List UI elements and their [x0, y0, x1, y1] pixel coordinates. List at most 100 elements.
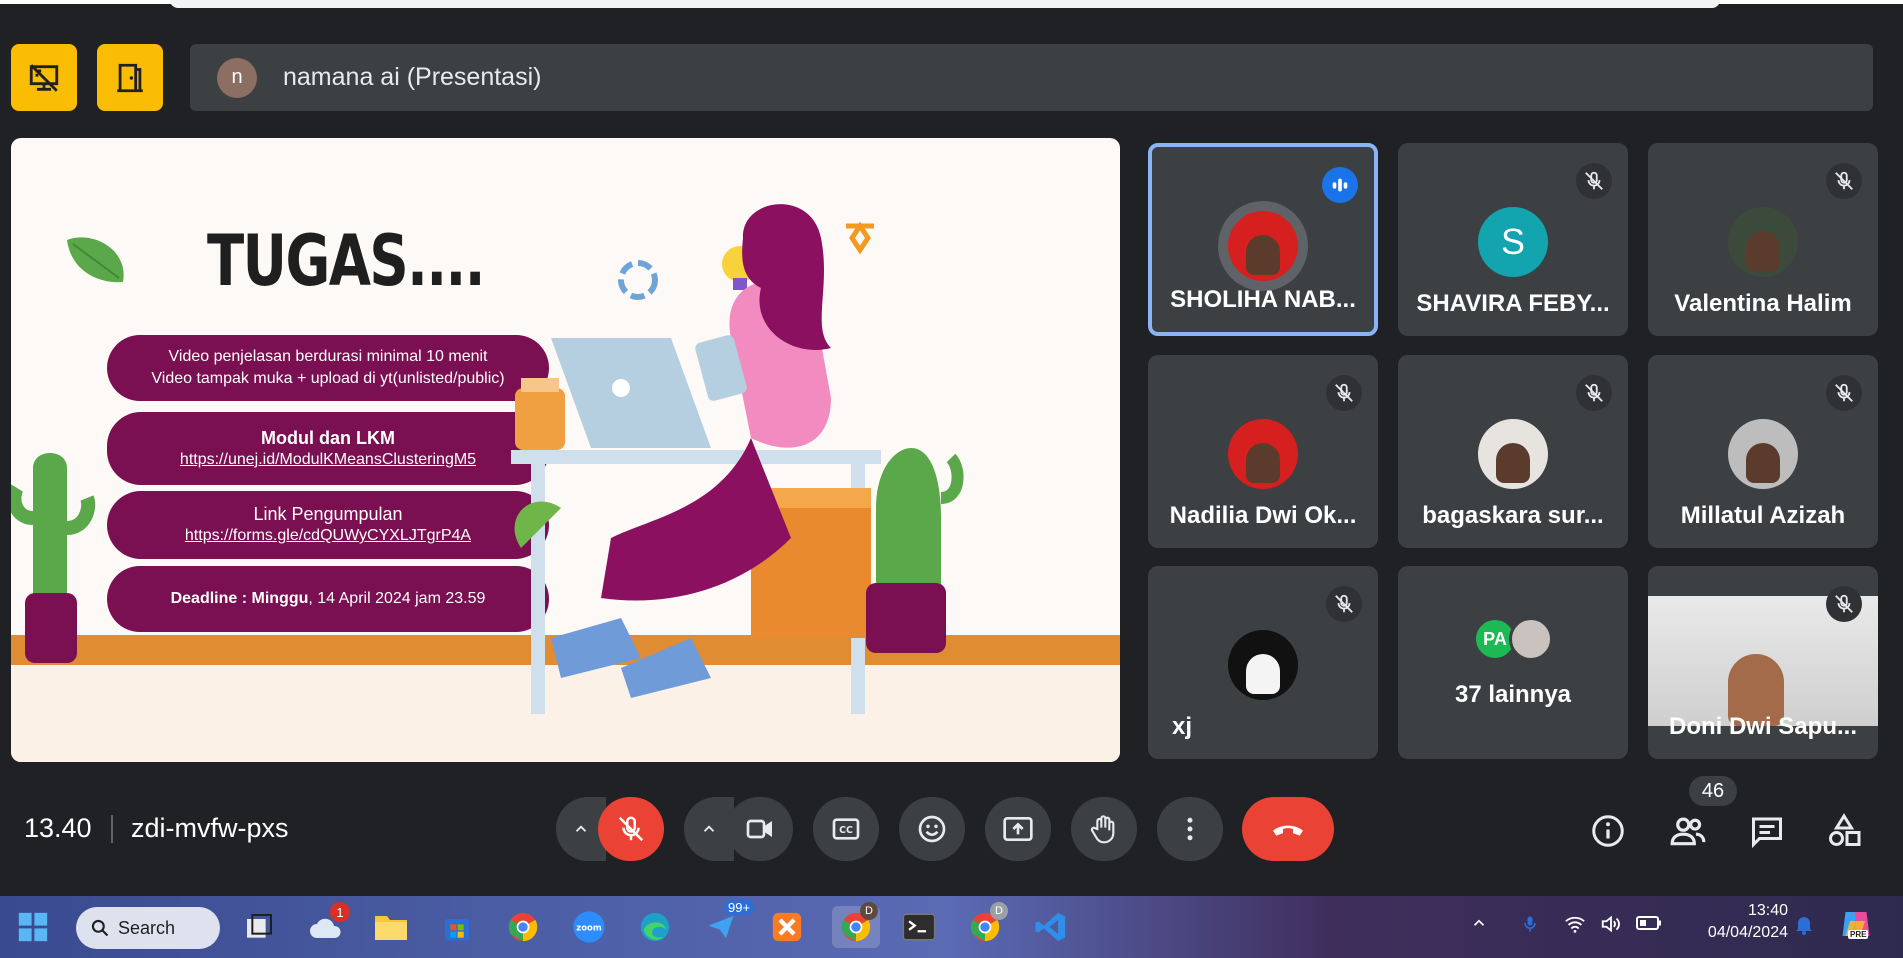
zoom-button[interactable]: zoom: [568, 906, 610, 948]
taskbar-search[interactable]: Search: [76, 907, 220, 949]
xampp-icon: [772, 912, 802, 942]
captions-button[interactable]: CC: [813, 797, 879, 861]
slide-title: TUGAS....: [207, 220, 485, 302]
submission-link[interactable]: https://forms.gle/cdQUWyCYXLJTgrP4A: [107, 525, 549, 547]
chat-button[interactable]: [1743, 807, 1791, 855]
xampp-button[interactable]: [766, 906, 808, 948]
participant-name: SHOLIHA NAB...: [1170, 286, 1356, 313]
store-icon: [445, 919, 469, 941]
presenter-label: namana ai (Presentasi): [283, 63, 542, 91]
file-explorer-button[interactable]: [370, 906, 412, 948]
participant-tile[interactable]: SHOLIHA NAB...: [1148, 143, 1378, 336]
presentation-banner: n namana ai (Presentasi): [190, 44, 1873, 111]
browser-scrollbar[interactable]: [170, 0, 1720, 8]
student-laptop-illustration: [511, 204, 964, 714]
browser-top-strip: [0, 0, 1903, 18]
presentation-off-icon: [29, 63, 59, 92]
paper-plane-icon: [708, 915, 734, 939]
tray-date: 04/04/2024: [1707, 924, 1788, 941]
leave-call-button[interactable]: [1242, 797, 1334, 861]
shared-slide: TUGAS.... Video penjelasan berdurasi min…: [11, 138, 1120, 762]
muted-indicator: [1826, 375, 1862, 411]
participant-tile[interactable]: Valentina Halim: [1648, 143, 1878, 336]
closed-captions-icon: CC: [832, 818, 860, 840]
avatar-photo: [1246, 443, 1280, 483]
participant-tile[interactable]: xj: [1148, 566, 1378, 759]
notifications-button[interactable]: [1792, 912, 1816, 941]
windows-taskbar: Search 1 zoom 99+ D D 13:40 04/04/2024 P…: [0, 896, 1903, 958]
mic-off-icon: [1835, 594, 1853, 613]
meeting-details-button[interactable]: [1584, 807, 1632, 855]
mic-off-icon: [1835, 171, 1853, 190]
chrome-profile-badge: D: [860, 902, 878, 920]
svg-text:zoom: zoom: [576, 924, 602, 934]
participant-avatar: [1228, 630, 1298, 700]
mic-off-icon: [1335, 383, 1353, 402]
vscode-icon: [1035, 912, 1066, 942]
microsoft-store-button[interactable]: [436, 906, 478, 948]
shapes-icon: [1829, 813, 1861, 846]
speaking-indicator: [1322, 167, 1358, 203]
hand-icon: [1090, 815, 1115, 844]
camera-toggle-button[interactable]: [727, 797, 793, 861]
chrome-active-button[interactable]: D: [832, 902, 880, 948]
terminal-button[interactable]: [898, 906, 940, 948]
task-view-button[interactable]: [238, 906, 280, 948]
edge-button[interactable]: [634, 906, 676, 948]
audio-level-icon: [1332, 178, 1348, 192]
avatar-initial: S: [1500, 221, 1525, 262]
present-screen-button[interactable]: [985, 797, 1051, 861]
tray-clock[interactable]: 13:40 04/04/2024: [1688, 900, 1788, 944]
mic-off-icon: [1335, 594, 1353, 613]
avatar-photo: [1246, 654, 1280, 694]
task-card-module: Modul dan LKM https://unej.id/ModulKMean…: [107, 412, 549, 485]
participant-tile[interactable]: Millatul Azizah: [1648, 355, 1878, 548]
card-heading: Link Pengumpulan: [253, 504, 403, 524]
outlook-button[interactable]: 99+: [700, 900, 755, 948]
participant-avatar: [1228, 211, 1298, 281]
chevron-up-icon: [703, 825, 715, 832]
leaf-illustration: [67, 237, 124, 283]
start-button[interactable]: [12, 906, 54, 948]
more-vert-icon: [1187, 817, 1193, 841]
more-options-button[interactable]: [1157, 797, 1223, 861]
muted-indicator: [1326, 375, 1362, 411]
activities-button[interactable]: [1820, 807, 1868, 855]
battery-status[interactable]: [1636, 914, 1662, 937]
search-label: Search: [118, 917, 176, 938]
svg-text:CC: CC: [839, 825, 853, 836]
people-button[interactable]: [1664, 807, 1712, 855]
mic-off-icon: [1585, 383, 1603, 402]
raise-hand-button[interactable]: [1071, 797, 1137, 861]
tray-overflow-button[interactable]: [1470, 914, 1488, 937]
wifi-status[interactable]: [1564, 914, 1586, 939]
avatar-photo: [1746, 231, 1780, 271]
chat-icon: [1752, 817, 1782, 849]
breakout-room-button[interactable]: [97, 44, 163, 111]
reactions-button[interactable]: [899, 797, 965, 861]
participant-tile[interactable]: S SHAVIRA FEBY...: [1398, 143, 1628, 336]
door-icon: [117, 63, 143, 92]
participant-tile[interactable]: Doni Dwi Sapu...: [1648, 566, 1878, 759]
card-text: Video tampak muka + upload di yt(unliste…: [151, 370, 505, 387]
volume-status[interactable]: [1600, 913, 1622, 940]
copilot-button[interactable]: PRE: [1838, 906, 1874, 947]
task-view-icon: [247, 914, 272, 938]
muted-indicator: [1576, 163, 1612, 199]
module-link[interactable]: https://unej.id/ModulKMeansClusteringM5: [107, 449, 549, 471]
chrome-button[interactable]: [502, 906, 544, 948]
task-card-submission: Link Pengumpulan https://forms.gle/cdQUW…: [107, 491, 549, 559]
vscode-button[interactable]: [1030, 906, 1072, 948]
participant-avatar: [1728, 419, 1798, 489]
mic-tray-button[interactable]: [1520, 912, 1540, 941]
mic-off-icon: [1585, 171, 1603, 190]
zoom-icon: zoom: [573, 911, 605, 943]
chrome-profile-2-button[interactable]: D: [964, 902, 1008, 948]
participant-tile[interactable]: bagaskara sur...: [1398, 355, 1628, 548]
mic-toggle-button[interactable]: [598, 797, 664, 861]
weather-widget[interactable]: 1: [306, 902, 350, 948]
participant-tile[interactable]: PA 37 lainnya: [1398, 566, 1628, 759]
edge-icon: [640, 912, 670, 942]
participant-tile[interactable]: Nadilia Dwi Ok...: [1148, 355, 1378, 548]
stop-presenting-button[interactable]: [11, 44, 77, 111]
